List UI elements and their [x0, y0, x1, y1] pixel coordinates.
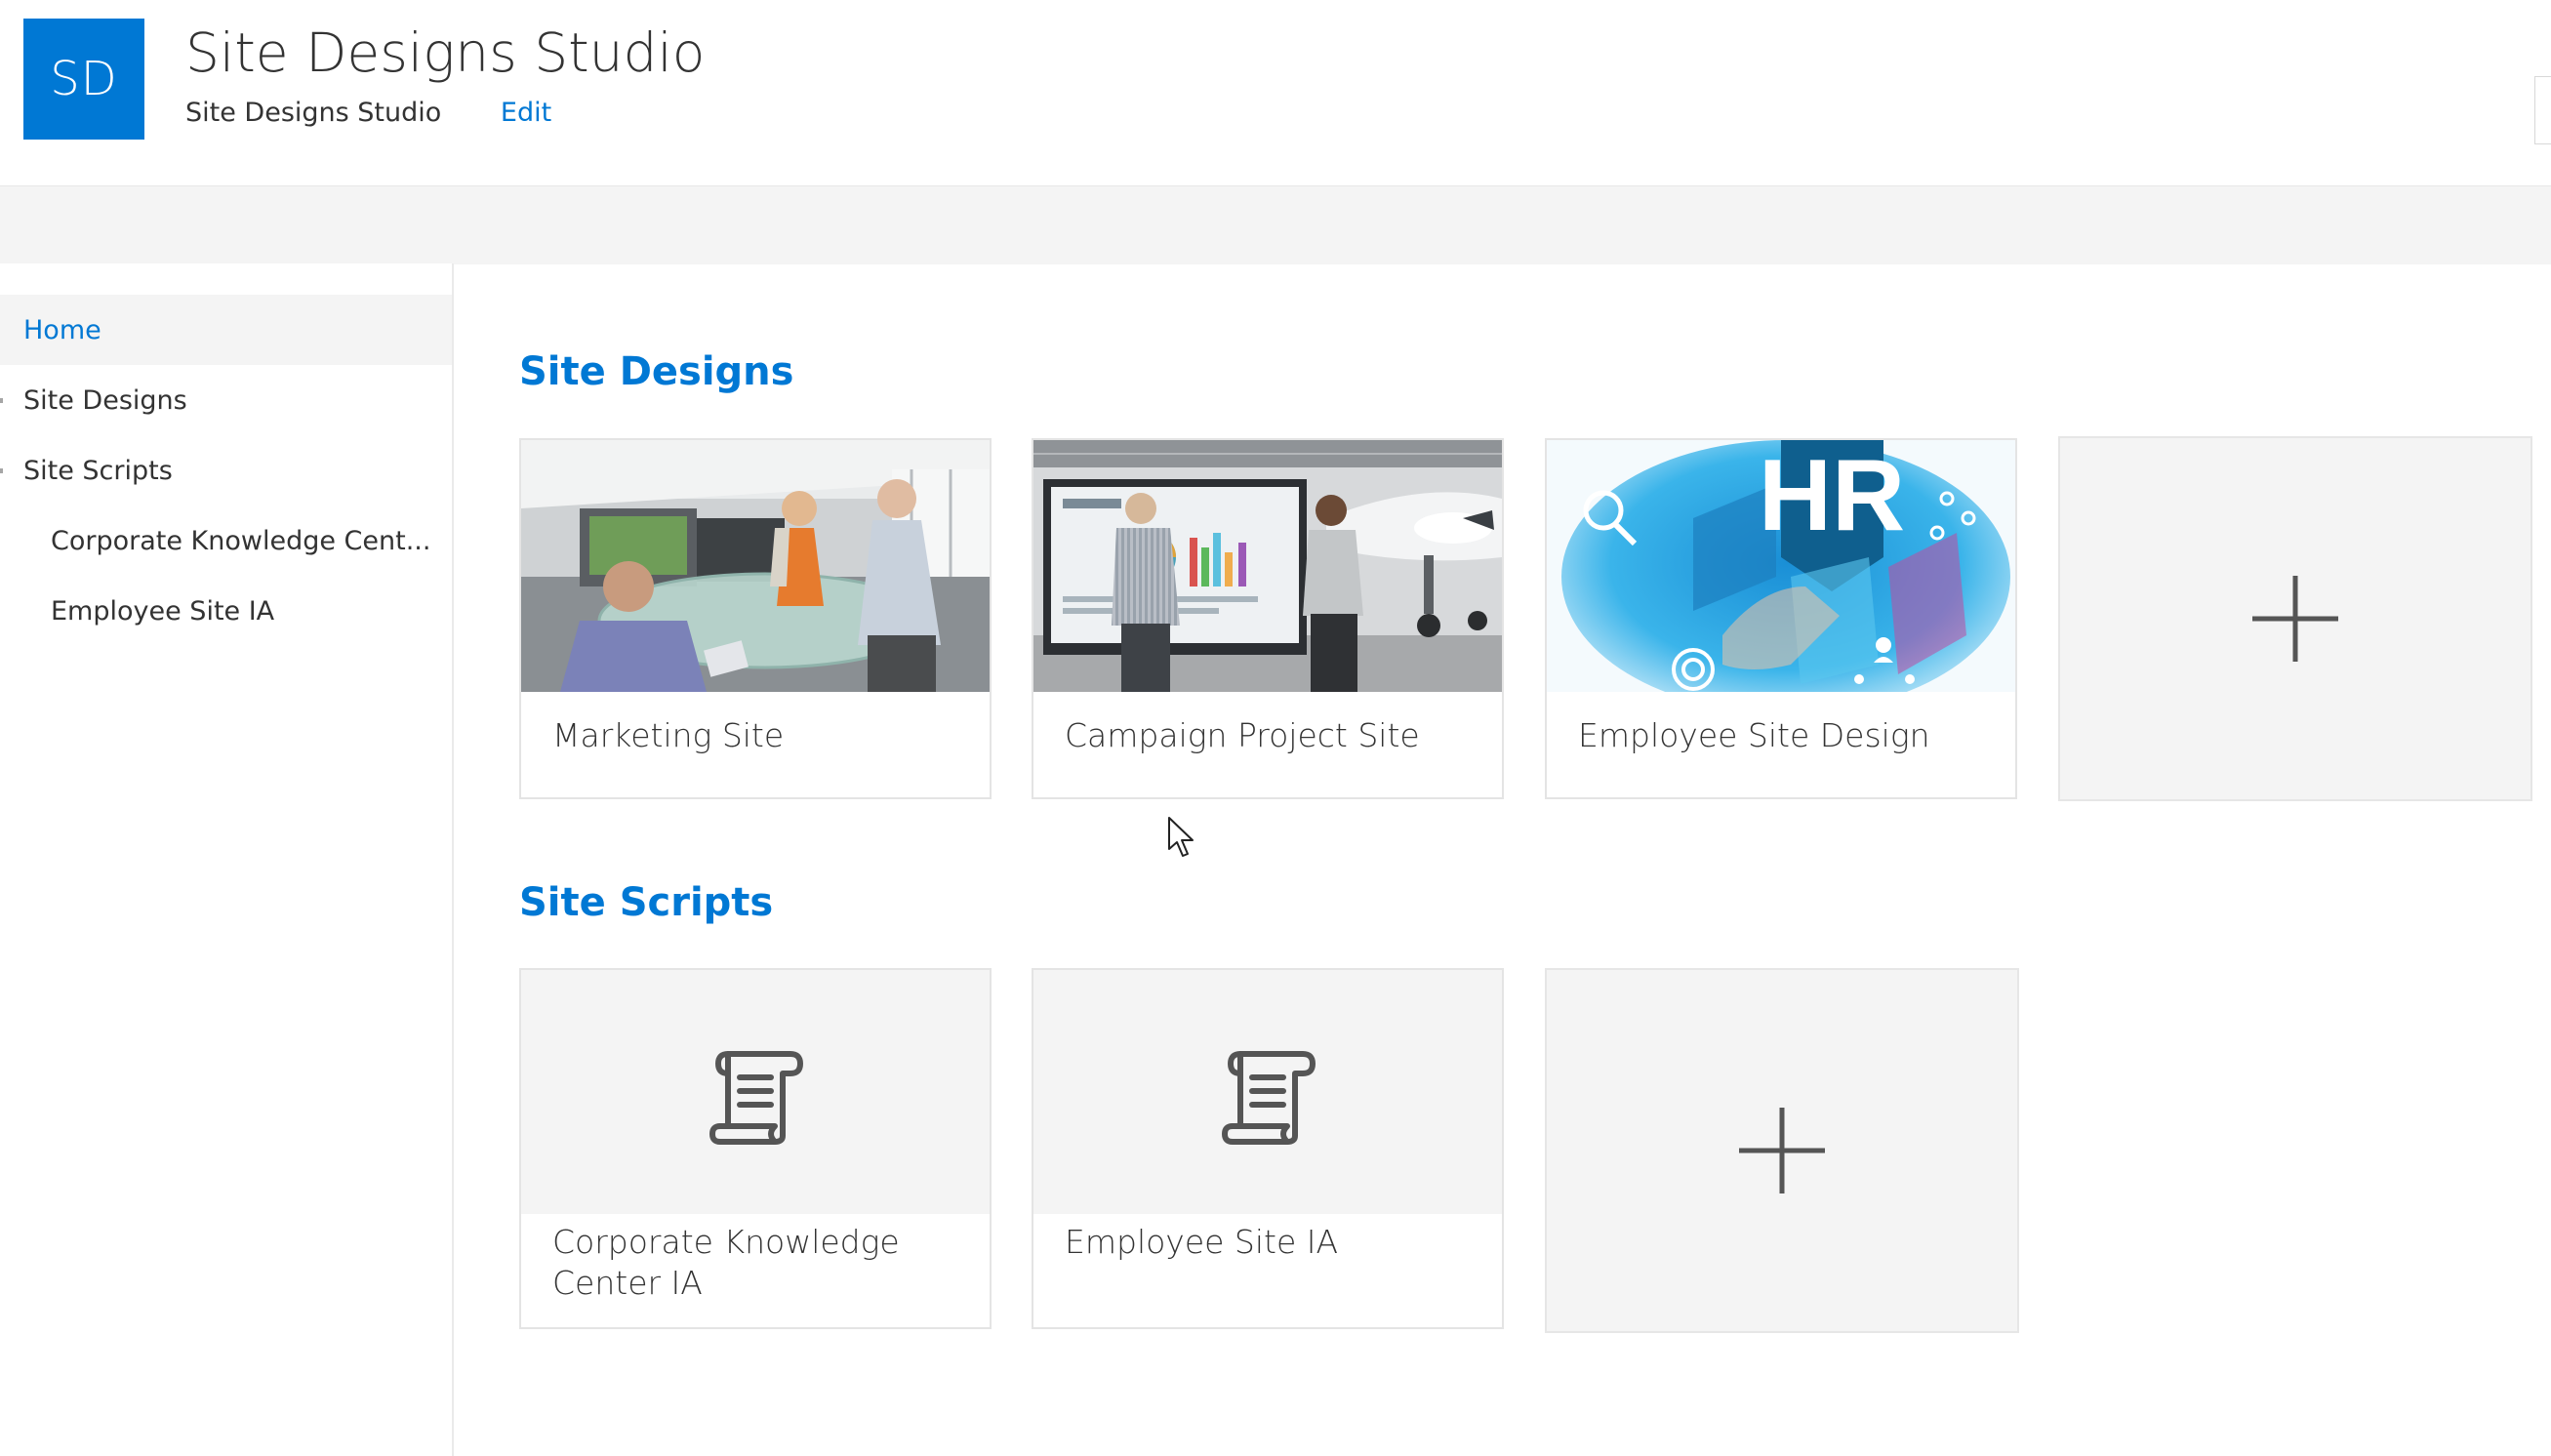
script-scroll-icon [1222, 1051, 1316, 1145]
nav-item-corporate-knowledge-center[interactable]: Corporate Knowledge Cent... [0, 506, 452, 576]
nav-item-site-scripts[interactable]: Site Scripts [0, 435, 452, 506]
edit-link[interactable]: Edit [501, 98, 551, 128]
site-script-card-employee-site-ia[interactable]: Employee Site IA [1032, 968, 1504, 1329]
expand-indicator-icon[interactable] [0, 468, 3, 473]
card-title[interactable]: Employee Site IA [1065, 1222, 1478, 1263]
site-designs-heading: Site Designs [519, 349, 794, 394]
nav-item-employee-site-ia[interactable]: Employee Site IA [0, 576, 452, 646]
add-site-design-button[interactable] [2058, 436, 2532, 801]
plus-icon [1739, 1108, 1825, 1193]
site-script-card-corporate-knowledge-center[interactable]: Corporate Knowledge Center IA [519, 968, 992, 1329]
nav-item-site-designs[interactable]: Site Designs [0, 365, 452, 435]
expand-indicator-icon[interactable] [0, 398, 3, 403]
site-design-card-campaign[interactable]: Campaign Project Site [1032, 438, 1504, 799]
nav-item-label: Employee Site IA [51, 595, 275, 627]
command-bar [0, 185, 2551, 264]
breadcrumb: Site Designs Studio Edit [185, 98, 551, 128]
mouse-pointer-icon [1168, 817, 1194, 857]
site-design-card-marketing[interactable]: Marketing Site [519, 438, 992, 799]
card-title[interactable]: Employee Site Design [1578, 715, 1992, 756]
card-title[interactable]: Marketing Site [552, 715, 966, 756]
nav-item-label: Corporate Knowledge Cent... [51, 525, 431, 556]
nav-item-home[interactable]: Home [0, 295, 452, 365]
hr-banner-image: HR [1547, 440, 2015, 692]
script-scroll-icon [709, 1051, 803, 1145]
office-meeting-photo [521, 440, 990, 692]
site-title[interactable]: Site Designs Studio [185, 21, 705, 84]
script-thumbnail [1033, 970, 1502, 1214]
nav-item-label: Home [23, 314, 101, 345]
nav-item-label: Site Scripts [23, 455, 173, 486]
nav-item-label: Site Designs [23, 384, 187, 416]
card-title[interactable]: Campaign Project Site [1065, 715, 1478, 756]
header-panel-edge [2534, 76, 2551, 144]
breadcrumb-item[interactable]: Site Designs Studio [185, 98, 441, 128]
script-thumbnail [521, 970, 990, 1214]
hr-logo-text: HR [1759, 440, 1905, 552]
site-design-card-employee[interactable]: HR Employee Site Design [1545, 438, 2017, 799]
site-scripts-heading: Site Scripts [519, 880, 774, 925]
plus-icon [2252, 576, 2338, 662]
site-logo[interactable]: SD [23, 19, 144, 140]
card-title[interactable]: Corporate Knowledge Center IA [552, 1222, 966, 1304]
hangar-presentation-photo [1033, 440, 1502, 692]
left-navigation: Home Site Designs Site Scripts Corporate… [0, 263, 454, 1456]
add-site-script-button[interactable] [1545, 968, 2019, 1333]
